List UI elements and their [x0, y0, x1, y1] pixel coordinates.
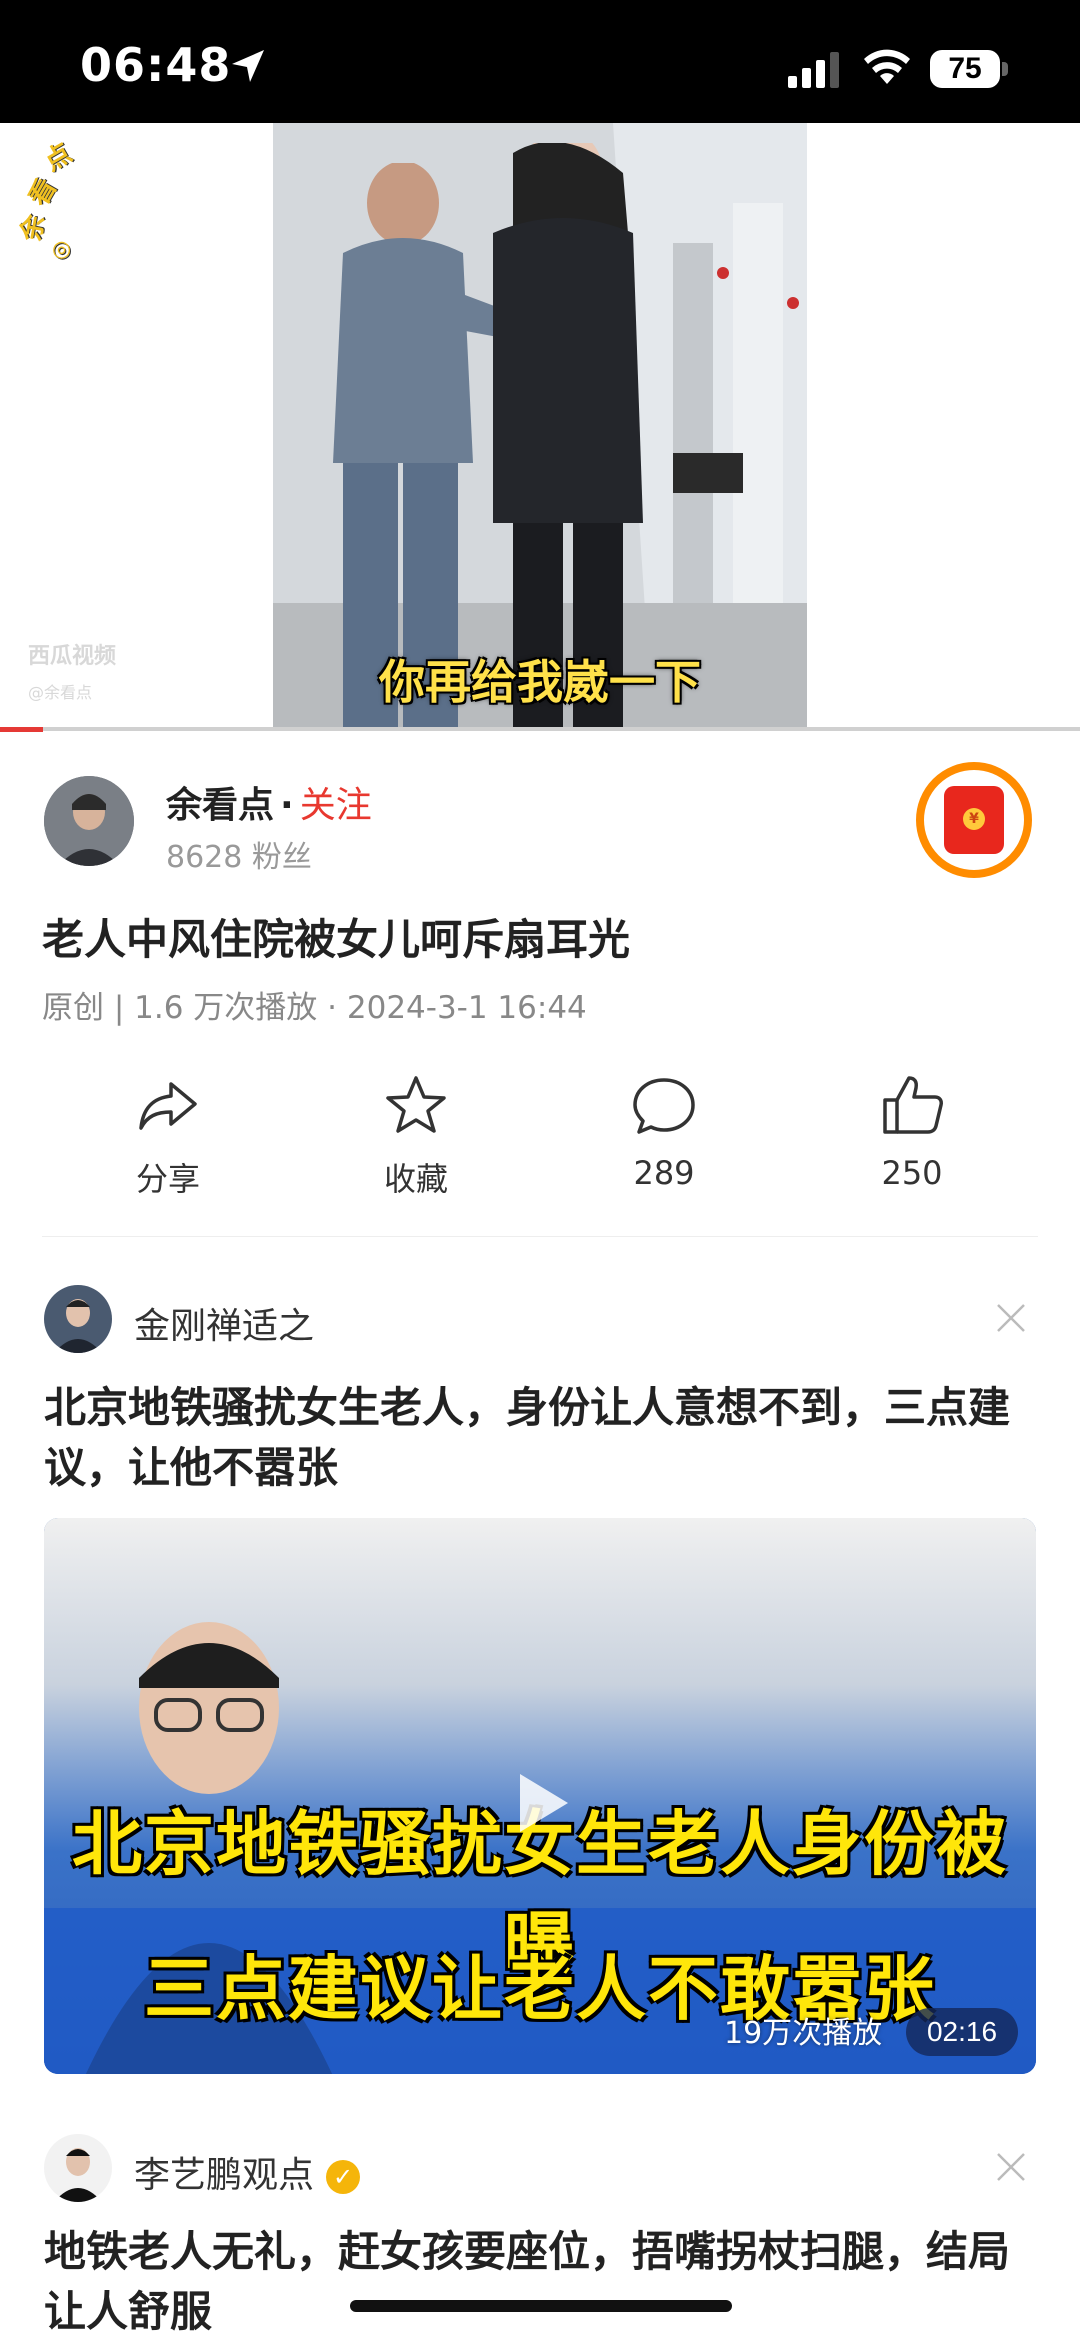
video-progress-fill	[0, 727, 43, 732]
comment-count: 289	[633, 1154, 695, 1192]
platform-watermark: 西瓜视频	[28, 644, 117, 669]
share-label: 分享	[135, 1160, 200, 1198]
video-subtitle: 你再给我崴一下	[379, 655, 701, 709]
play-icon[interactable]	[512, 1768, 572, 1838]
feed-author-name-row: 李艺鹏观点 ✓	[134, 2146, 361, 2198]
view-count: 19万次播放	[724, 2016, 883, 2051]
close-icon[interactable]	[994, 2150, 1028, 2184]
comment-button[interactable]: 289	[564, 1070, 764, 1210]
video-progress-track[interactable]	[0, 727, 1080, 731]
video-meta: 原创 | 1.6 万次播放 · 2024-3-1 16:44	[42, 990, 587, 1026]
fans-count: 8628 粉丝	[166, 840, 312, 875]
author-name-row: 余看点 · 关注	[166, 776, 372, 828]
red-packet-button[interactable]: ¥	[916, 762, 1032, 878]
woman-figure	[493, 143, 643, 731]
video-duration: 02:16	[906, 2008, 1018, 2056]
action-bar: 分享 收藏 289 250	[0, 1070, 1080, 1210]
share-button[interactable]: 分享	[68, 1070, 268, 1210]
close-icon[interactable]	[994, 1301, 1028, 1335]
status-time: 06:48	[80, 38, 232, 92]
comment-icon	[633, 1078, 695, 1134]
feed-author-name[interactable]: 李艺鹏观点	[134, 2155, 314, 2196]
like-count: 250	[881, 1154, 943, 1192]
red-packet-icon: ¥	[944, 786, 1004, 854]
feed-video-thumbnail[interactable]: 北京地铁骚扰女生老人身份被曝 三点建议让老人不敢嚣张 19万次播放 02:16	[44, 1518, 1036, 2074]
channel-watermark-logo: 点 看 余 ◎	[16, 138, 78, 262]
section-divider	[42, 1236, 1038, 1237]
follow-button[interactable]: 关注	[300, 785, 372, 826]
handle-watermark: @余看点	[28, 683, 93, 702]
battery-icon: 75	[930, 50, 1008, 90]
star-icon	[386, 1076, 446, 1133]
home-indicator[interactable]	[350, 2300, 732, 2312]
feed-title[interactable]: 北京地铁骚扰女生老人，身份让人意想不到，三点建议，让他不嚣张	[44, 1378, 1044, 1498]
verified-badge-icon: ✓	[326, 2160, 361, 2194]
video-title: 老人中风住院被女儿呵斥扇耳光	[42, 915, 631, 964]
video-frame: 你再给我崴一下	[273, 123, 807, 731]
feed-title[interactable]: 地铁老人无礼，赶女孩要座位，捂嘴拐杖扫腿，结局让人舒服	[44, 2222, 1044, 2337]
like-button[interactable]: 250	[812, 1070, 1012, 1210]
author-avatar[interactable]	[44, 776, 134, 866]
thumbs-up-icon	[883, 1076, 943, 1134]
video-player[interactable]: 点 看 余 ◎ 西瓜视频 @余看点 你再给我崴一下	[0, 123, 1080, 731]
author-name[interactable]: 余看点	[166, 785, 274, 826]
favorite-button[interactable]: 收藏	[316, 1070, 516, 1210]
feed-author-name[interactable]: 金刚禅适之	[134, 1297, 314, 1349]
status-bar: 06:48 75	[0, 0, 1080, 123]
signal-icon	[788, 52, 839, 88]
location-arrow-icon	[232, 50, 264, 82]
avatar-image	[44, 776, 134, 866]
name-separator: ·	[280, 785, 294, 826]
share-icon	[139, 1082, 197, 1130]
thumbnail-caption-2: 三点建议让老人不敢嚣张	[144, 1948, 936, 2030]
battery-level: 75	[930, 50, 1000, 88]
wifi-icon	[864, 49, 910, 84]
feed-author-avatar[interactable]	[44, 2134, 112, 2202]
feed-author-avatar[interactable]	[44, 1285, 112, 1353]
favorite-label: 收藏	[383, 1160, 448, 1198]
